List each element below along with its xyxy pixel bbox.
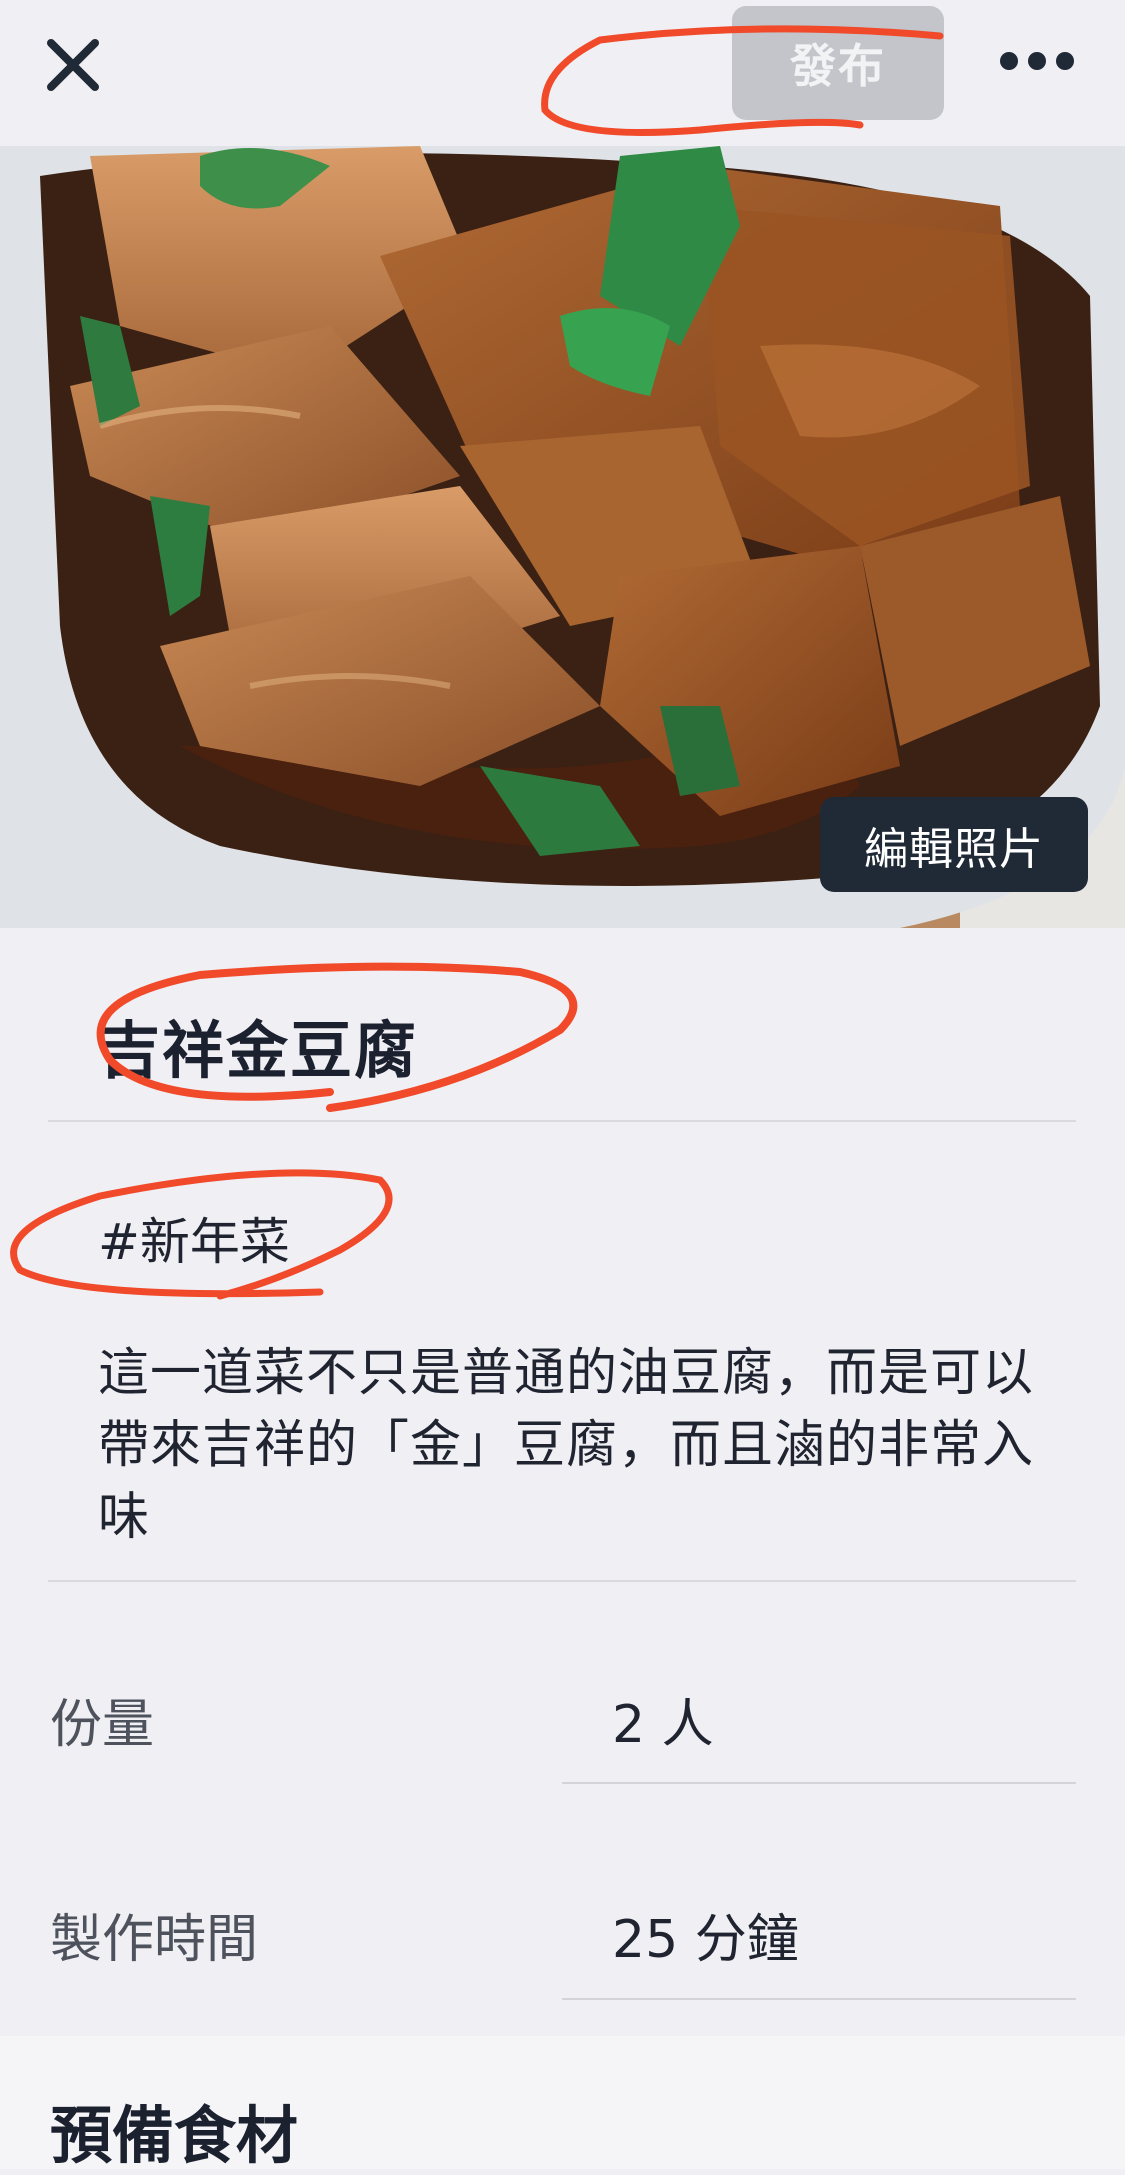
close-icon bbox=[47, 39, 99, 91]
top-bar: 發布 bbox=[0, 0, 1125, 146]
servings-value[interactable]: 2 人 bbox=[612, 1682, 714, 1757]
close-button[interactable] bbox=[38, 30, 108, 100]
more-options-button[interactable] bbox=[992, 36, 1082, 86]
ingredients-title: 預備食材 bbox=[50, 2099, 299, 2172]
description-divider bbox=[48, 1580, 1076, 1582]
edit-photo-button[interactable]: 編輯照片 bbox=[820, 797, 1088, 892]
more-horizontal-icon bbox=[1000, 52, 1074, 70]
recipe-hashtag[interactable]: #新年菜 bbox=[98, 1202, 290, 1274]
publish-button[interactable]: 發布 bbox=[732, 6, 944, 120]
servings-label: 份量 bbox=[50, 1695, 155, 1755]
recipe-description[interactable]: 這一道菜不只是普通的油豆腐，而是可以帶來吉祥的「金」豆腐，而且滷的非常入味 bbox=[98, 1338, 1058, 1554]
recipe-title[interactable]: 吉祥金豆腐 bbox=[98, 1000, 418, 1090]
title-divider bbox=[48, 1120, 1076, 1122]
cooking-time-value[interactable]: 25 分鐘 bbox=[612, 1897, 799, 1972]
cooking-time-underline bbox=[562, 1998, 1076, 2000]
servings-underline bbox=[562, 1782, 1076, 1784]
cooking-time-label: 製作時間 bbox=[50, 1910, 259, 1970]
